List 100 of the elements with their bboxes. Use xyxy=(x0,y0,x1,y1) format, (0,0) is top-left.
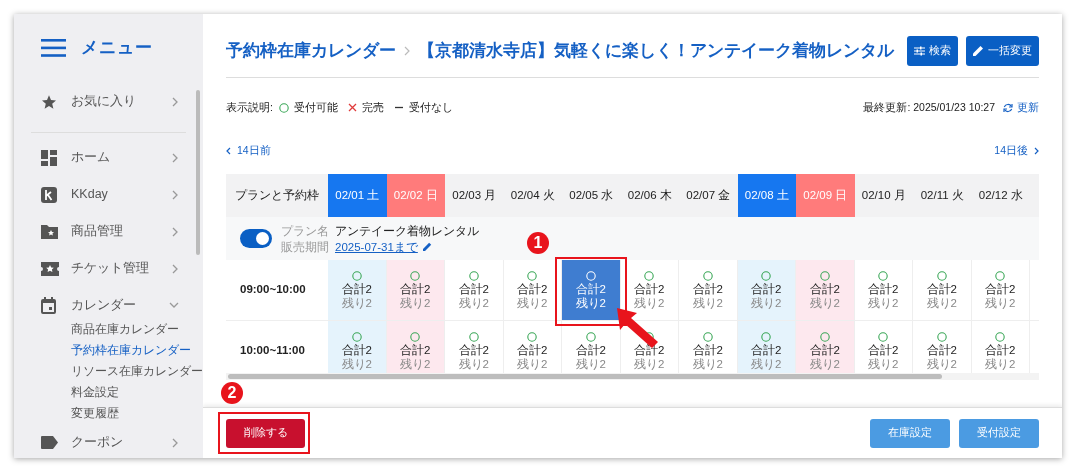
date-header: 02/09 日 xyxy=(796,174,855,217)
remaining-text: 残り2 xyxy=(926,295,957,310)
date-header: 02/02 日 xyxy=(386,174,445,217)
folder-star-icon xyxy=(41,224,58,239)
dashboard-icon xyxy=(41,149,57,166)
total-text: 合計2 xyxy=(341,281,372,296)
circle-icon xyxy=(878,331,889,342)
sidebar-subitem[interactable]: 料金設定 xyxy=(71,382,203,403)
total-text: 合計2 xyxy=(575,281,606,296)
remaining-text: 残り2 xyxy=(809,356,840,371)
total-text: 合計2 xyxy=(517,281,548,296)
remaining-text: 残り2 xyxy=(692,356,723,371)
last-updated-text: 最終更新: 2025/01/23 10:27 xyxy=(863,99,995,115)
chevron-right-icon xyxy=(1034,147,1039,155)
circle-icon xyxy=(585,270,596,281)
menu-icon xyxy=(41,39,66,57)
circle-icon xyxy=(819,331,830,342)
total-text: 合計2 xyxy=(868,281,899,296)
total-text: 合計2 xyxy=(458,342,489,357)
remaining-text: 残り2 xyxy=(985,356,1016,371)
total-text: 合計2 xyxy=(751,342,782,357)
scrollbar-thumb[interactable] xyxy=(228,374,942,379)
sidebar-item[interactable]: クーポン xyxy=(14,424,203,458)
date-header: 02/03 月 xyxy=(445,174,504,217)
circle-icon xyxy=(644,270,655,281)
next-link[interactable]: 14日後 xyxy=(994,143,1039,159)
refresh-link[interactable]: 更新 xyxy=(1003,99,1039,116)
column-header: プランと予約枠 xyxy=(226,174,328,217)
date-header: 02/11 火 xyxy=(913,174,972,217)
total-text: 合計2 xyxy=(458,281,489,296)
sidebar-item[interactable]: 商品管理 xyxy=(14,213,203,250)
circle-icon xyxy=(995,331,1006,342)
sidebar-item[interactable]: お気に入り xyxy=(14,83,203,120)
total-text: 合計2 xyxy=(575,342,606,357)
date-header: 02/05 水 xyxy=(562,174,621,217)
circle-icon xyxy=(585,331,596,342)
sidebar-subitem[interactable]: 予約枠在庫カレンダー xyxy=(71,340,203,361)
total-text: 合計2 xyxy=(926,281,957,296)
remaining-text: 残り2 xyxy=(868,295,899,310)
sidebar-subitem[interactable]: 変更履歴 xyxy=(71,403,203,424)
total-text: 合計2 xyxy=(868,342,899,357)
search-button[interactable]: 検索 xyxy=(907,35,958,66)
date-header: 02/08 土 xyxy=(737,174,796,217)
remaining-text: 残り2 xyxy=(634,295,665,310)
remaining-text: 残り2 xyxy=(458,356,489,371)
date-header: 02/12 水 xyxy=(971,174,1030,217)
date-header: 02/07 金 xyxy=(679,174,738,217)
remaining-text: 残り2 xyxy=(868,356,899,371)
remaining-text: 残り2 xyxy=(985,295,1016,310)
remaining-text: 残り2 xyxy=(517,295,548,310)
breadcrumb-link[interactable]: 【京都清水寺店】気軽くに楽しく！アンテイーク着物レンタル xyxy=(418,38,894,63)
breadcrumb-link[interactable]: 予約枠在庫カレンダー xyxy=(226,38,396,63)
cross-icon xyxy=(347,103,357,112)
total-text: 合計2 xyxy=(634,281,665,296)
circle-icon xyxy=(468,331,479,342)
total-text: 合計2 xyxy=(341,342,372,357)
remaining-text: 残り2 xyxy=(692,295,723,310)
tag-icon xyxy=(41,436,58,449)
pencil-icon xyxy=(422,242,432,251)
circle-icon xyxy=(878,270,889,281)
total-text: 合計2 xyxy=(517,342,548,357)
highlight-frame xyxy=(555,257,627,326)
delete-button[interactable]: 削除する xyxy=(226,418,305,448)
total-text: 合計2 xyxy=(400,342,431,357)
sidebar-item[interactable]: KKday xyxy=(14,176,203,213)
star-icon xyxy=(41,93,57,110)
legend-text: 完売 xyxy=(361,99,384,115)
circle-icon xyxy=(351,270,362,281)
total-text: 合計2 xyxy=(400,281,431,296)
remaining-text: 残り2 xyxy=(751,295,782,310)
circle-icon xyxy=(761,331,772,342)
scrollbar-thumb[interactable] xyxy=(196,90,200,255)
circle-icon xyxy=(936,270,947,281)
circle-icon xyxy=(702,331,713,342)
remaining-text: 残り2 xyxy=(341,356,372,371)
previous-link[interactable]: 14日前 xyxy=(226,143,271,159)
date-header: 02/01 土 xyxy=(328,174,387,217)
k-letter-icon xyxy=(41,186,57,203)
total-text: 合計2 xyxy=(692,342,723,357)
remaining-text: 残り2 xyxy=(517,356,548,371)
chevron-left-icon xyxy=(226,147,231,155)
sliders-icon xyxy=(914,45,925,56)
total-text: 合計2 xyxy=(985,342,1016,357)
sidebar-subitem[interactable]: リソース在庫カレンダー xyxy=(71,361,203,382)
legend-text: 受付可能 xyxy=(293,99,338,115)
field-label: プラン名 xyxy=(281,223,329,239)
sidebar-item[interactable]: ホーム xyxy=(14,139,203,176)
remaining-text: 残り2 xyxy=(634,356,665,371)
remaining-text: 残り2 xyxy=(575,295,606,310)
remaining-text: 残り2 xyxy=(809,295,840,310)
circle-icon xyxy=(527,270,538,281)
toggle-switch[interactable] xyxy=(240,229,272,248)
bulk-edit-button[interactable]: 一括変更 xyxy=(966,35,1039,66)
chevron-right-icon xyxy=(404,45,410,56)
sidebar-item[interactable]: チケット管理 xyxy=(14,250,203,287)
sale-period-link[interactable]: 2025-07-31まで xyxy=(335,238,418,255)
remaining-text: 残り2 xyxy=(926,356,957,371)
legend-text: 受付なし xyxy=(408,99,453,115)
refresh-icon xyxy=(1003,102,1013,113)
circle-icon xyxy=(819,270,830,281)
